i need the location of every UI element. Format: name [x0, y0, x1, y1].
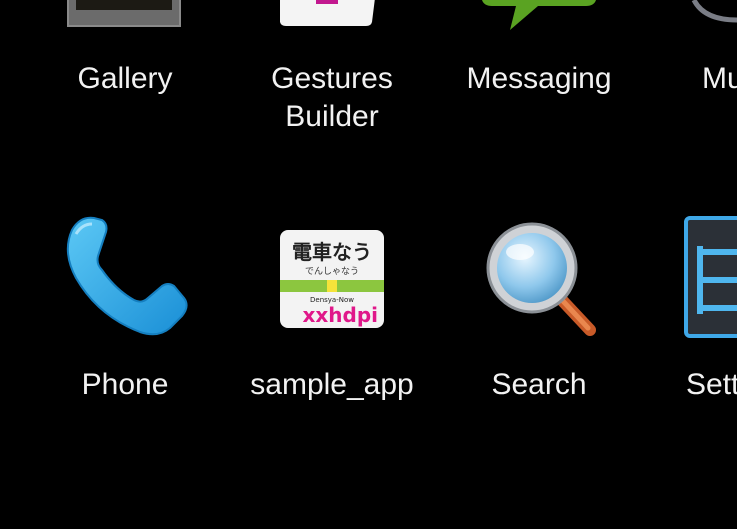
- app-label-music: Mu: [702, 62, 737, 95]
- messaging-icon: [482, 0, 596, 30]
- app-label-phone: Phone: [81, 368, 169, 401]
- sample-app-icon-badge: xxhdpi: [302, 303, 378, 327]
- app-label-search: Search: [491, 368, 587, 401]
- sample-app-icon-subtitle: でんしゃなう: [304, 267, 359, 277]
- app-label-settings: Sett: [686, 368, 737, 401]
- sample-app-icon: 電車なう でんしゃなう Densya-Now xxhdpi: [280, 230, 384, 328]
- settings-icon: [684, 216, 737, 338]
- app-label-gestures-builder: Gestures Builder: [271, 62, 393, 133]
- search-icon: [486, 222, 596, 336]
- sample-app-icon-title: 電車なう: [292, 240, 372, 264]
- gallery-icon: [67, 0, 181, 27]
- music-icon: [691, 0, 737, 23]
- gestures-builder-icon: [280, 0, 375, 26]
- station-marker: [327, 280, 337, 292]
- app-label-messaging: Messaging: [466, 62, 612, 95]
- app-label-sample-app: sample_app: [250, 368, 414, 401]
- app-label-gallery: Gallery: [77, 62, 173, 95]
- phone-icon: [66, 216, 188, 336]
